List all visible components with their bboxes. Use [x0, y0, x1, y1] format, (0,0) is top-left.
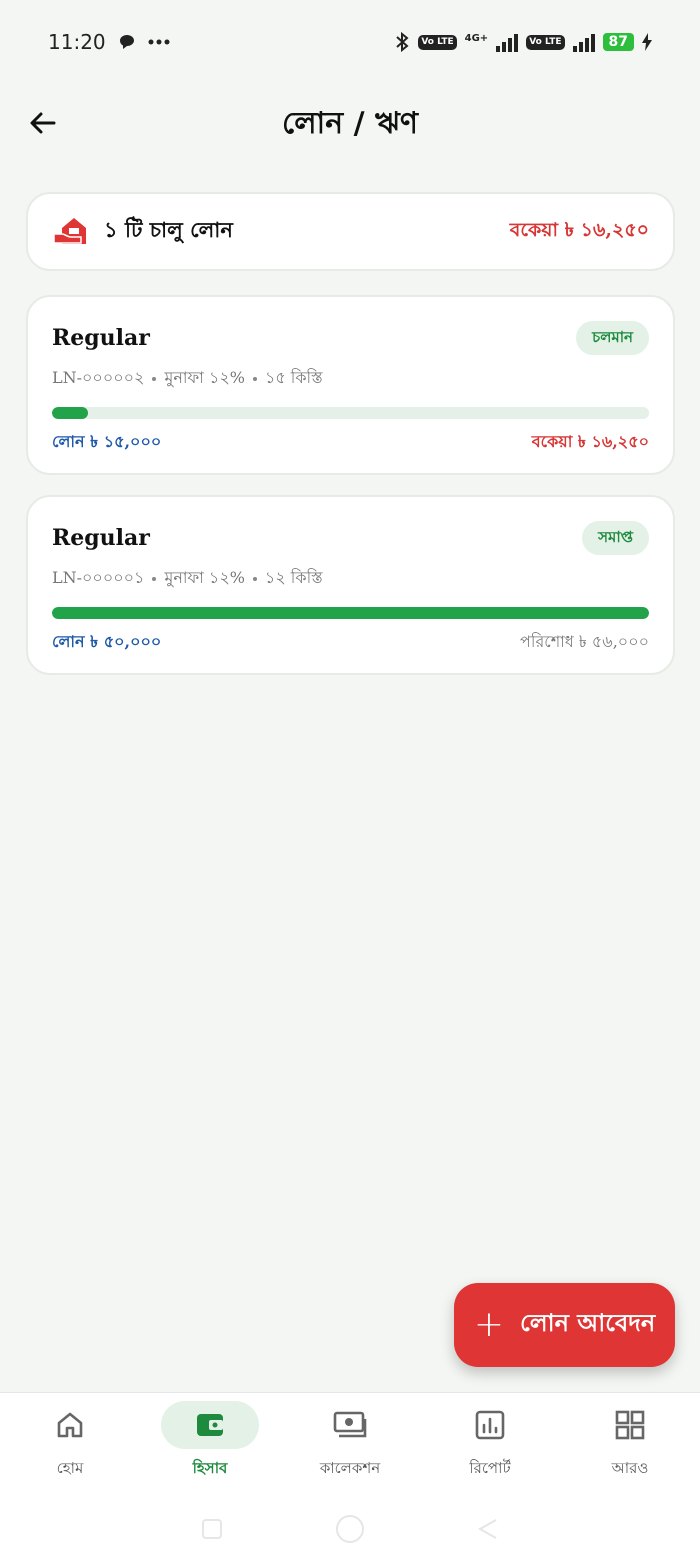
repayment-progress-bar — [52, 607, 649, 619]
loan-card[interactable]: Regular সমাপ্ত LN-০০০০০১ মুনাফা ১২% ১২ ক… — [26, 495, 675, 675]
nav-icon-wrap — [581, 1401, 679, 1449]
separator-dot — [152, 576, 157, 581]
signal-icon — [496, 32, 519, 52]
status-time: 11:20 — [48, 30, 106, 54]
loan-amount: লোন ৳ ১৫,০০০ — [52, 432, 162, 451]
loan-repaid: পরিশোধ ৳ ৫৬,০০০ — [520, 632, 649, 651]
chat-bubble-icon — [119, 35, 134, 49]
active-loans-count: ১ টি চালু লোন — [104, 217, 233, 242]
wallet-icon — [197, 1414, 223, 1436]
status-badge: চলমান — [576, 321, 649, 355]
active-loans-summary: ১ টি চালু লোন বকেয়া ৳ ১৬,২৫০ — [26, 192, 675, 271]
loan-meta: LN-০০০০০১ মুনাফা ১২% ১২ কিস্তি — [52, 565, 323, 592]
plus-icon: + — [473, 1304, 504, 1345]
signal-icon-2 — [572, 32, 595, 52]
apply-loan-button[interactable]: + লোন আবেদন — [454, 1283, 675, 1367]
network-type: 4G+ — [464, 33, 489, 44]
repayment-progress-fill — [52, 607, 649, 619]
separator-dot — [252, 376, 257, 381]
loan-installments: ১২ কিস্তি — [264, 568, 323, 587]
back-arrow-icon[interactable] — [26, 106, 60, 140]
nav-label: হোম — [56, 1459, 84, 1477]
loan-installments: ১৫ কিস্তি — [264, 368, 323, 387]
nav-item-accounts[interactable]: হিসাব — [140, 1401, 280, 1491]
nav-label: রিপোর্ট — [469, 1459, 511, 1477]
volte-badge: Vo LTE — [418, 34, 457, 50]
nav-icon-wrap — [441, 1401, 539, 1449]
recents-icon[interactable] — [200, 1517, 224, 1541]
bottom-navigation: হোম হিসাব কালেকশন রিপোর্ট আরও — [0, 1392, 700, 1558]
loan-house-icon — [53, 217, 86, 244]
repayment-progress-bar — [52, 407, 649, 419]
loan-type: Regular — [52, 325, 150, 351]
nav-item-more[interactable]: আরও — [560, 1401, 700, 1491]
nav-item-home[interactable]: হোম — [0, 1401, 140, 1491]
nav-icon-wrap — [161, 1401, 259, 1449]
status-right: Vo LTE 4G+ Vo LTE 87 — [394, 31, 652, 53]
app-header: লোন / ঋণ — [0, 92, 700, 156]
status-left: 11:20 — [48, 30, 170, 54]
loan-id: LN-০০০০০২ — [52, 368, 145, 387]
nav-label: আরও — [611, 1459, 649, 1477]
separator-dot — [252, 576, 257, 581]
repayment-progress-fill — [52, 407, 88, 419]
loan-id: LN-০০০০০১ — [52, 568, 145, 587]
loan-meta: LN-০০০০০২ মুনাফা ১২% ১৫ কিস্তি — [52, 365, 323, 392]
loan-type: Regular — [52, 525, 150, 551]
system-navigation — [0, 1500, 700, 1558]
status-badge: সমাপ্ত — [582, 521, 649, 555]
total-due: বকেয়া ৳ ১৬,২৫০ — [509, 218, 649, 241]
volte-badge-2: Vo LTE — [526, 34, 565, 50]
charging-icon — [642, 33, 652, 51]
home-circle-icon[interactable] — [334, 1513, 366, 1545]
bluetooth-icon — [396, 31, 409, 53]
nav-icon-wrap — [21, 1401, 119, 1449]
nav-icon-wrap — [301, 1401, 399, 1449]
status-bar: 11:20 Vo LTE 4G+ Vo LTE 87 — [0, 0, 700, 84]
nav-item-collection[interactable]: কালেকশন — [280, 1401, 420, 1491]
chart-icon — [475, 1410, 505, 1440]
more-dots-icon — [148, 39, 170, 45]
loan-amount: লোন ৳ ৫০,০০০ — [52, 632, 162, 651]
page-title: লোন / ঋণ — [282, 105, 418, 141]
loan-profit: মুনাফা ১২% — [164, 568, 245, 587]
nav-label: কালেকশন — [319, 1459, 381, 1477]
nav-label: হিসাব — [192, 1459, 228, 1477]
home-icon — [57, 1412, 83, 1438]
back-triangle-icon[interactable] — [476, 1517, 500, 1541]
apply-loan-label: লোন আবেদন — [519, 1308, 656, 1337]
loan-outstanding: বকেয়া ৳ ১৬,২৫০ — [531, 432, 649, 451]
nav-item-report[interactable]: রিপোর্ট — [420, 1401, 560, 1491]
battery-indicator: 87 — [602, 33, 634, 51]
loan-profit: মুনাফা ১২% — [164, 368, 245, 387]
cash-icon — [333, 1411, 367, 1438]
loan-card[interactable]: Regular চলমান LN-০০০০০২ মুনাফা ১২% ১৫ কি… — [26, 295, 675, 475]
separator-dot — [152, 376, 157, 381]
grid-icon — [615, 1410, 645, 1440]
